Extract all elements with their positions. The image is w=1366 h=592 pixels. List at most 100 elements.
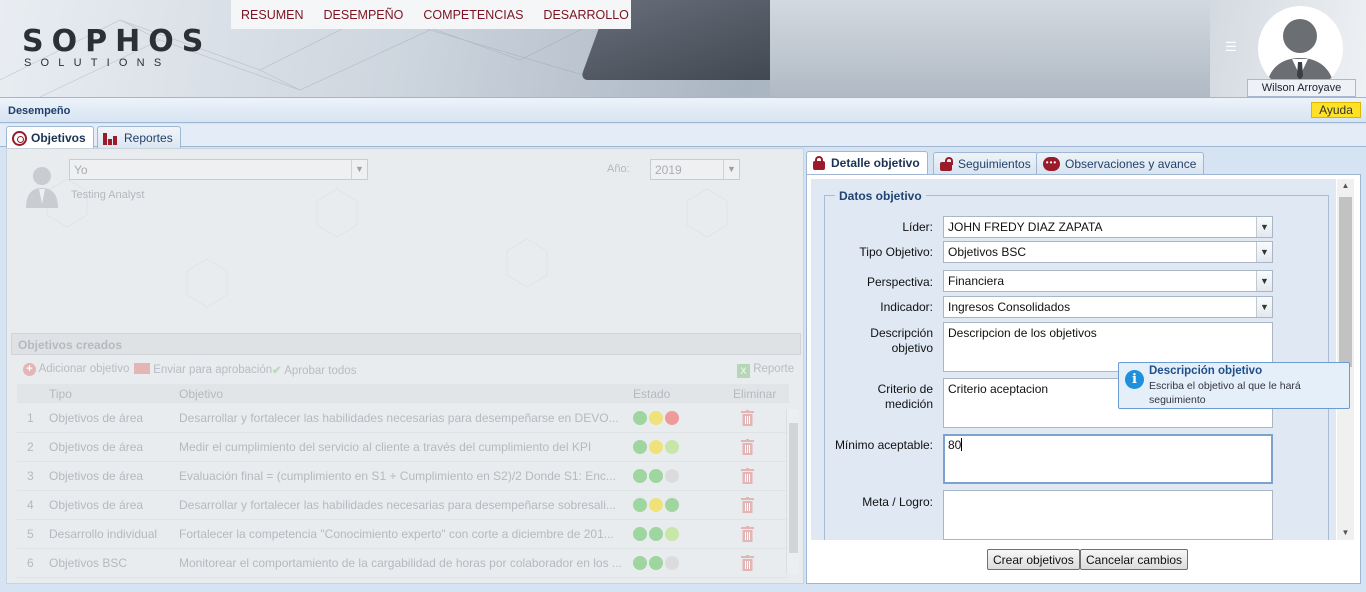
tab-reportes[interactable]: Reportes: [97, 126, 181, 148]
table-row[interactable]: 4 Objetivos de área Desarrollar y fortalec…: [17, 491, 789, 520]
tab-observaciones[interactable]: ••• Observaciones y avance: [1036, 152, 1205, 174]
trash-icon[interactable]: [741, 526, 754, 542]
scroll-down-icon[interactable]: ▼: [1337, 526, 1354, 540]
row-number: 3: [27, 469, 34, 483]
help-button[interactable]: Ayuda: [1311, 102, 1361, 118]
chevron-down-icon: ▼: [1256, 271, 1272, 291]
company-logo[interactable]: SOPHOS: [22, 24, 211, 59]
table-header: Tipo Objetivo Estado Eliminar: [17, 384, 789, 403]
minimo-label: Mínimo aceptable:: [834, 438, 933, 452]
nav-desarrollo[interactable]: DESARROLLO: [543, 8, 628, 22]
row-number: 6: [27, 556, 34, 570]
scrollbar-thumb[interactable]: [789, 423, 798, 553]
descripcion-label: Descripción objetivo: [813, 326, 933, 355]
status-dot: [649, 410, 663, 425]
perspectiva-label: Perspectiva:: [866, 275, 933, 289]
indicador-select[interactable]: Ingresos Consolidados ▼: [943, 296, 1273, 318]
envelope-icon: [134, 363, 150, 374]
row-number: 2: [27, 440, 34, 454]
criterio-label: Criterio de medición: [813, 382, 933, 411]
row-status-lights: [633, 410, 681, 425]
descripcion-label-line2: objetivo: [891, 341, 933, 355]
fieldset-legend: Datos objetivo: [835, 189, 926, 203]
approve-all-button[interactable]: ✔ Aprobar todos: [272, 363, 356, 377]
employee-avatar-icon: [26, 167, 58, 208]
perspectiva-select[interactable]: Financiera ▼: [943, 270, 1273, 292]
column-estado[interactable]: Estado: [633, 387, 670, 401]
scrollbar-thumb[interactable]: [1339, 197, 1352, 367]
lider-select[interactable]: JOHN FREDY DIAZ ZAPATA ▼: [943, 216, 1273, 238]
send-for-approval-button[interactable]: Enviar para aprobación: [134, 363, 272, 376]
tab-detalle-objetivo[interactable]: Detalle objetivo: [806, 151, 928, 174]
status-dot: [649, 526, 663, 541]
status-dot: [633, 526, 647, 541]
trash-icon[interactable]: [741, 555, 754, 571]
column-tipo[interactable]: Tipo: [49, 387, 72, 401]
detail-tabs: Detalle objetivo Seguimientos ••• Observ…: [806, 151, 1361, 174]
trash-icon[interactable]: [741, 497, 754, 513]
meta-textarea[interactable]: [943, 490, 1273, 540]
tipo-objetivo-value: Objetivos BSC: [948, 245, 1027, 259]
unlock-icon: [940, 156, 953, 171]
tab-objetivos-label: Objetivos: [31, 131, 86, 145]
row-objetivo: Evaluación final = (cumplimiento en S1 +…: [179, 469, 616, 483]
row-objetivo: Medir el cumplimiento del servicio al cl…: [179, 440, 592, 454]
status-dot: [633, 410, 647, 425]
form-scrollbar[interactable]: ▲ ▼: [1337, 179, 1354, 540]
company-logo-subtitle: SOLUTIONS: [24, 57, 171, 69]
column-objetivo[interactable]: Objetivo: [179, 387, 223, 401]
row-status-lights: [633, 555, 681, 570]
table-row[interactable]: 5 Desarrollo individual Fortalecer la comp…: [17, 520, 789, 549]
info-icon: i: [1125, 370, 1144, 389]
page-title: Desempeño: [8, 105, 71, 117]
report-button[interactable]: X Reporte: [737, 363, 794, 378]
year-select[interactable]: 2019 ▼: [650, 159, 740, 180]
user-name-label[interactable]: Wilson Arroyave: [1247, 79, 1356, 97]
tipo-objetivo-select[interactable]: Objetivos BSC ▼: [943, 241, 1273, 263]
status-dot: [633, 468, 647, 483]
perspectiva-value: Financiera: [948, 274, 1005, 288]
status-dot: [665, 497, 679, 512]
trash-icon[interactable]: [741, 410, 754, 426]
chevron-down-icon: ▼: [1256, 242, 1272, 262]
tab-observaciones-label: Observaciones y avance: [1065, 156, 1197, 171]
table-scrollbar[interactable]: [786, 409, 799, 574]
scroll-up-icon[interactable]: ▲: [1337, 179, 1354, 193]
descripcion-label-line1: Descripción: [870, 326, 933, 340]
employee-role: Testing Analyst: [71, 189, 145, 201]
criterio-label-line1: Criterio de: [877, 382, 933, 396]
minimo-textarea[interactable]: 80: [943, 434, 1273, 484]
row-number: 4: [27, 498, 34, 512]
trash-icon[interactable]: [741, 439, 754, 455]
add-objective-button[interactable]: + Adicionar objetivo: [23, 363, 129, 376]
nav-desempeno[interactable]: DESEMPEÑO: [324, 8, 404, 22]
status-dot: [665, 526, 679, 541]
tab-objetivos[interactable]: Objetivos: [6, 126, 94, 149]
row-objetivo: Desarrollar y fortalecer las habilidades…: [179, 498, 616, 512]
checkmark-icon: ✔: [272, 365, 282, 377]
trash-icon[interactable]: [741, 468, 754, 484]
nav-resumen[interactable]: RESUMEN: [241, 8, 304, 22]
nav-competencias[interactable]: COMPETENCIAS: [423, 8, 523, 22]
text-cursor: [961, 438, 963, 451]
approve-all-label: Aprobar todos: [284, 365, 357, 377]
hamburger-icon[interactable]: ☰: [1225, 39, 1237, 55]
create-objectives-button[interactable]: Crear objetivos: [987, 549, 1080, 570]
objectives-list-panel: Yo ▼ Testing Analyst Año: 2019 ▼ Objetiv…: [6, 148, 804, 584]
cancel-changes-button[interactable]: Cancelar cambios: [1080, 549, 1189, 570]
tooltip-body: Escriba el objetivo al que le hará segui…: [1149, 380, 1301, 406]
app-header: SOPHOS SOLUTIONS RESUMEN DESEMPEÑO COMPE…: [0, 0, 1366, 97]
column-eliminar[interactable]: Eliminar: [733, 387, 776, 401]
chat-bubble-icon: •••: [1043, 156, 1060, 171]
tab-seguimientos-label: Seguimientos: [958, 156, 1031, 171]
employee-select[interactable]: Yo ▼: [69, 159, 368, 180]
table-row[interactable]: 3 Objetivos de área Evaluación final = (cu…: [17, 462, 789, 491]
tab-reportes-label: Reportes: [124, 130, 173, 145]
lock-icon: [813, 156, 825, 170]
table-row[interactable]: 6 Objetivos BSC Monitorear el comportamien…: [17, 549, 789, 578]
tab-seguimientos[interactable]: Seguimientos: [933, 152, 1039, 174]
page-title-bar: Desempeño: [0, 97, 1366, 123]
row-tipo: Objetivos de área: [49, 440, 144, 454]
table-row[interactable]: 2 Objetivos de área Medir el cumplimiento …: [17, 433, 789, 462]
table-row[interactable]: 1 Objetivos de área Desarrollar y fortalec…: [17, 404, 789, 433]
